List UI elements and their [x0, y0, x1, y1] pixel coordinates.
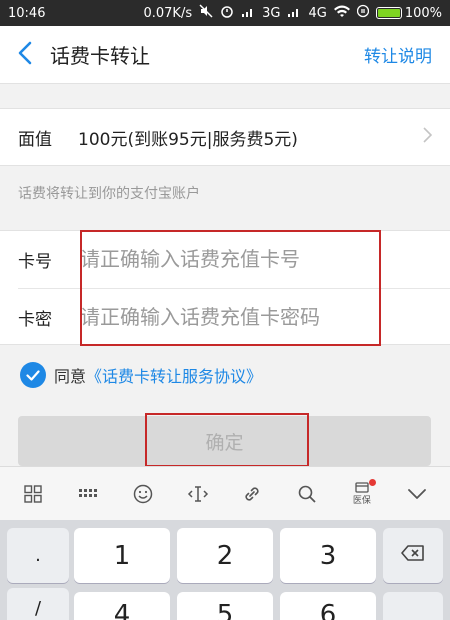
signal-3g-label: 3G: [262, 5, 281, 21]
keyboard-icon[interactable]: [66, 472, 110, 516]
face-value-row[interactable]: 面值 100元(到账95元|服务费5元): [0, 108, 450, 166]
yibao-icon[interactable]: 医保: [340, 472, 384, 516]
key-side-right[interactable]: [383, 592, 443, 620]
face-value-label: 面值: [18, 129, 52, 150]
signal-4g-label: 4G: [308, 5, 327, 21]
status-bar: 10:46 0.07K/s 3G 4G 100%: [0, 0, 450, 26]
card-number-label: 卡号: [18, 251, 52, 272]
transfer-hint: 话费将转让到你的支付宝账户: [18, 186, 200, 202]
grid-icon[interactable]: [11, 472, 55, 516]
back-button[interactable]: [0, 26, 50, 84]
agreement-checkbox[interactable]: [20, 362, 46, 388]
status-time: 10:46: [8, 5, 46, 21]
emoji-icon[interactable]: [121, 472, 165, 516]
key-period[interactable]: .: [7, 528, 69, 583]
cursor-move-icon[interactable]: [176, 472, 220, 516]
annotation-box-confirm: [145, 413, 309, 467]
network-speed: 0.07K/s: [143, 5, 193, 21]
numeric-keyboard: . / 1 2 3 4 5 6: [0, 520, 450, 620]
face-value: 100元(到账95元|服务费5元): [78, 129, 298, 150]
key-1[interactable]: 1: [74, 528, 170, 583]
chevron-left-icon: [18, 41, 32, 69]
delete-key[interactable]: [383, 528, 443, 583]
card-password-label: 卡密: [18, 309, 52, 330]
battery-icon: [375, 7, 402, 19]
status-icons: 0.07K/s 3G 4G 100%: [143, 4, 442, 22]
data-icon: [356, 4, 369, 22]
search-icon[interactable]: [285, 472, 329, 516]
notification-dot: [368, 478, 376, 486]
agreement-row: 同意 《话费卡转让服务协议》: [20, 362, 262, 388]
key-2[interactable]: 2: [177, 528, 273, 583]
mute-icon: [199, 4, 213, 22]
agreement-link[interactable]: 《话费卡转让服务协议》: [86, 363, 262, 387]
battery-percent: 100%: [404, 5, 442, 21]
key-6[interactable]: 6: [280, 592, 376, 620]
key-4[interactable]: 4: [74, 592, 170, 620]
alarm-icon: [220, 4, 234, 22]
yibao-label: 医保: [352, 495, 371, 506]
battery-indicator: 100%: [375, 5, 442, 21]
keyboard-toolbar: 医保: [0, 466, 450, 520]
chevron-right-icon: [423, 126, 433, 148]
key-slash[interactable]: /: [7, 588, 69, 620]
agreement-prefix: 同意: [54, 367, 87, 386]
signal-icon: [241, 5, 255, 22]
key-3[interactable]: 3: [280, 528, 376, 583]
page-title: 话费卡转让: [50, 44, 150, 68]
signal-icon: [287, 5, 301, 22]
wifi-icon: [333, 5, 350, 22]
link-icon[interactable]: [230, 472, 274, 516]
collapse-chevron-icon[interactable]: [395, 472, 439, 516]
annotation-box-inputs: [80, 230, 381, 346]
transfer-instructions-link[interactable]: 转让说明: [364, 42, 432, 67]
backspace-icon: [401, 545, 425, 566]
key-5[interactable]: 5: [177, 592, 273, 620]
app-header: 话费卡转让 转让说明: [0, 26, 450, 84]
